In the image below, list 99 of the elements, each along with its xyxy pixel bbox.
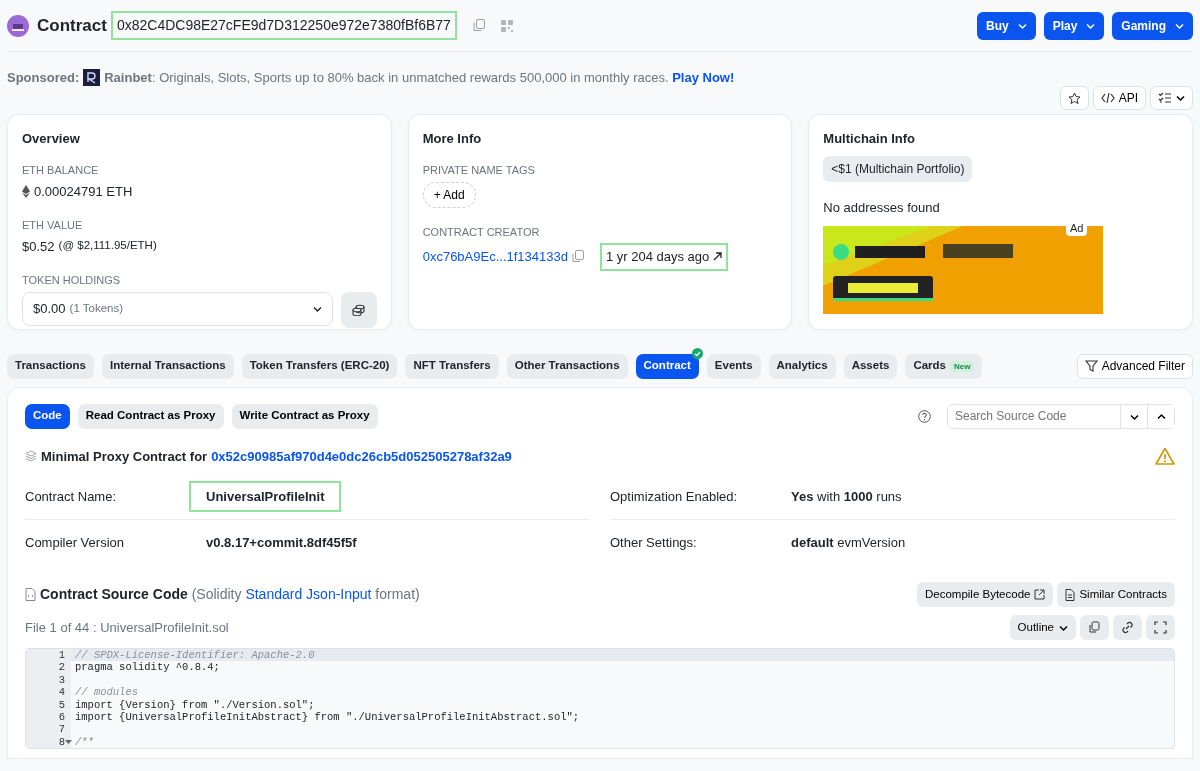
field-label: ETH BALANCE — [22, 163, 100, 178]
ethereum-icon — [22, 184, 30, 198]
star-icon — [1067, 91, 1081, 105]
menu-button[interactable]: Play — [1043, 11, 1105, 40]
detail-label: Compiler Version — [25, 534, 125, 553]
favorite-button[interactable] — [1059, 85, 1089, 110]
code-line: // SPDX-License-Identifier: Apache-2.0 — [75, 649, 315, 661]
code-icon — [1100, 91, 1115, 104]
eth-balance: 0.00024791 ETH — [34, 182, 133, 201]
link-button[interactable] — [1113, 615, 1142, 640]
warning-icon — [1155, 447, 1175, 466]
tab[interactable]: Analytics — [768, 353, 836, 379]
format-link[interactable]: Standard Json-Input — [245, 586, 372, 602]
detail-label: Optimization Enabled: — [610, 487, 739, 506]
token-holdings-dropdown[interactable]: $0.00 (1 Tokens) — [22, 291, 333, 326]
contract-logo — [7, 14, 29, 37]
line-number: 5 — [58, 698, 65, 711]
copy-icon — [1088, 621, 1101, 634]
code-tab[interactable]: Write Contract as Proxy — [231, 403, 378, 429]
creation-age-link[interactable]: 1 yr 204 days ago — [599, 243, 729, 271]
sponsored-text: Rainbet: Originals, Slots, Sports up to 80% back in unmatched rewards 500,000 in monthly races. Play Now! — [104, 69, 735, 87]
brand-logo — [83, 69, 101, 87]
detail-label: Other Settings: — [610, 534, 698, 553]
fullscreen-button[interactable] — [1146, 615, 1175, 640]
layers-icon — [25, 450, 37, 463]
page-title: Contract — [37, 14, 107, 37]
tab[interactable]: Contract — [635, 353, 699, 379]
link-icon — [1121, 621, 1134, 634]
detail-value: Yes with 1000 runs — [790, 487, 903, 506]
menu-button[interactable]: Gaming — [1112, 11, 1193, 40]
code-line: pragma solidity ^0.8.4; — [75, 661, 220, 674]
field-label: TOKEN HOLDINGS — [22, 273, 122, 288]
decompile-button[interactable]: Decompile Bytecode — [916, 582, 1054, 607]
proxy-label: Minimal Proxy Contract for — [41, 447, 208, 466]
search-field[interactable]: Search Source Code — [947, 403, 1175, 429]
new-badge: New — [950, 361, 975, 373]
line-number: 6 — [58, 710, 65, 723]
tab[interactable]: Cards New — [905, 353, 983, 379]
copy-code-button[interactable] — [1080, 615, 1109, 640]
code-line: /** — [75, 735, 94, 748]
document-icon — [1065, 588, 1076, 601]
detail-value: v0.8.17+commit.8df45f5f — [205, 534, 358, 553]
card-title: More Info — [422, 129, 483, 148]
field-label: ETH VALUE — [22, 218, 84, 233]
line-number: 1 — [58, 649, 65, 661]
token-button[interactable] — [340, 291, 377, 328]
code-tab[interactable]: Code — [25, 403, 70, 429]
file-code-icon — [25, 588, 36, 601]
proxy-address-link[interactable]: 0x52c90985af970d4e0dc26cb5d052505278af32a9 — [211, 446, 512, 466]
card-title: Multichain Info — [823, 129, 917, 148]
filter-icon — [1084, 360, 1098, 372]
sponsored-label: Sponsored: — [7, 69, 80, 87]
card-title: Overview — [22, 129, 81, 148]
checklist-menu-button[interactable] — [1150, 85, 1193, 110]
portfolio-badge[interactable]: <$1 (Multichain Portfolio) — [823, 156, 973, 182]
external-link-icon — [713, 252, 723, 262]
code-line: import {UniversalProfileInitAbstract} from "./UniversalProfileInitAbstract.sol"; — [75, 710, 580, 723]
detail-label: Contract Name: — [25, 487, 118, 506]
checklist-icon — [1158, 91, 1171, 104]
contract-address: 0x82C4DC98E27cFE9d7D312250e972e7380fBf6B77 — [110, 11, 457, 40]
outline-button[interactable]: Outline — [1009, 615, 1076, 640]
tab[interactable]: Transactions — [7, 353, 94, 379]
field-label: PRIVATE NAME TAGS — [422, 163, 536, 178]
price-note: (@ $2,111.95/ETH) — [58, 237, 157, 253]
add-tag-button[interactable]: + Add — [422, 181, 476, 208]
line-number: 2 — [58, 661, 65, 674]
source-code-title: Contract Source Code (Solidity Standard Json-Input format) — [40, 585, 420, 604]
tab[interactable]: Other Transactions — [506, 353, 628, 379]
tab[interactable]: Token Transfers (ERC-20) — [241, 353, 398, 379]
tab[interactable]: Internal Transactions — [101, 353, 234, 379]
coins-icon — [352, 303, 366, 316]
help-icon[interactable] — [918, 409, 931, 423]
chevron-up-icon — [1156, 411, 1166, 422]
tab[interactable]: Events — [706, 353, 761, 379]
previous-match-button[interactable] — [1147, 404, 1174, 428]
tab[interactable]: NFT Transfers — [405, 353, 499, 379]
line-number: 3 — [58, 673, 65, 686]
empty-message: No addresses found — [823, 199, 941, 217]
fullscreen-icon — [1154, 621, 1167, 634]
code-line: // modules — [75, 686, 138, 699]
eth-value: $0.52 — [22, 237, 55, 256]
line-number: 4 — [58, 686, 65, 699]
code-line: import {Version} from "./Version.sol"; — [75, 698, 315, 711]
similar-contracts-button[interactable]: Similar Contracts — [1057, 582, 1175, 607]
code-tab[interactable]: Read Contract as Proxy — [77, 403, 224, 429]
detail-value: default evmVersion — [790, 534, 907, 553]
field-label: CONTRACT CREATOR — [422, 224, 541, 240]
creator-address-link[interactable]: 0xc76bA9Ec...1f134133d — [422, 247, 568, 267]
menu-button[interactable]: Buy — [976, 11, 1036, 40]
file-name: File 1 of 44 : UniversalProfileInit.sol — [25, 618, 229, 637]
api-button[interactable]: API — [1092, 85, 1146, 110]
advanced-filter-button[interactable]: Advanced Filter — [1076, 353, 1193, 379]
tab[interactable]: Assets — [843, 353, 898, 379]
line-number: 8 — [58, 735, 65, 748]
line-number: 7 — [58, 723, 65, 736]
detail-value: UniversalProfileInit — [189, 480, 342, 513]
play-now-link[interactable]: Play Now! — [672, 70, 735, 85]
external-link-icon — [1034, 589, 1046, 600]
copy-icon[interactable] — [571, 250, 584, 264]
